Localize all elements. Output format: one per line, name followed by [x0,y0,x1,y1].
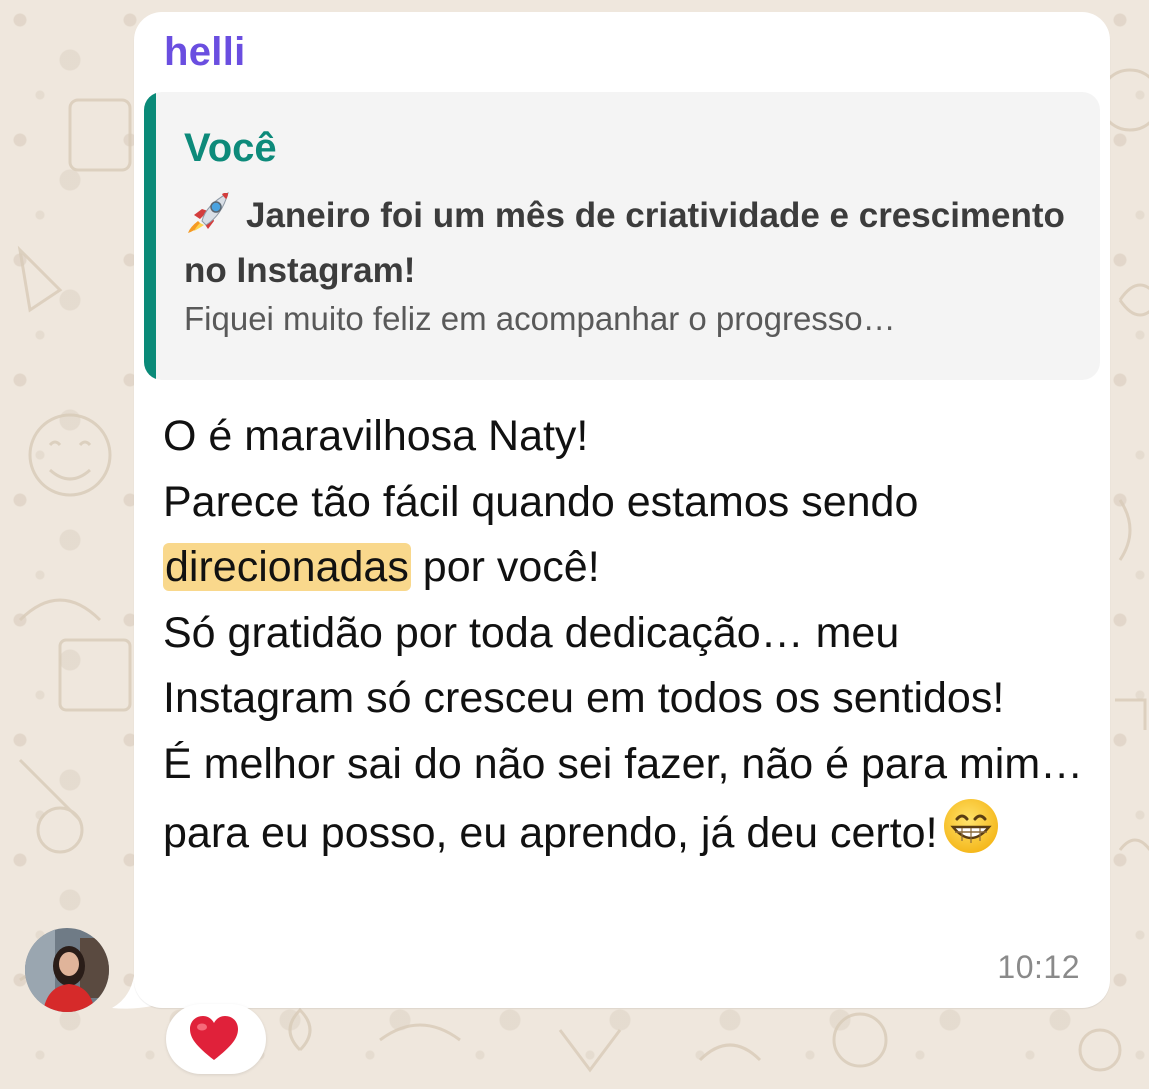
message-line: É melhor sai do não sei fazer, não é par… [163,732,1093,867]
quote-title-text: Janeiro foi um mês de criatividade e cre… [184,196,1065,290]
quote-title: Janeiro foi um mês de criatividade e cre… [184,188,1084,298]
quote-accent-bar [144,92,156,380]
message-fragment: por você! [410,543,600,591]
message-timestamp: 10:12 [997,949,1080,985]
message-line: direcionadas por você! [163,535,1093,601]
grinning-face-icon [943,799,998,853]
sender-name[interactable]: helli [164,30,246,75]
message-line: Só gratidão por toda dedicação… meu Inst… [163,608,1005,723]
reaction-badge[interactable] [166,1004,266,1074]
heart-icon [190,1016,238,1060]
message-text: O é maravilhosa Naty! Parece tão fácil q… [163,404,1093,867]
avatar[interactable] [25,928,109,1012]
avatar-photo [25,928,109,1012]
quoted-message[interactable]: Você Janeiro foi um mês de criatividade … [144,92,1100,380]
message-line: Parece tão fácil quando estamos sendo [163,477,919,526]
quote-author: Você [184,126,277,170]
message-bubble[interactable]: helli Você Janeiro foi um mês de criativ… [134,12,1110,1008]
message-line: O é maravilhosa Naty! [163,412,589,460]
quote-preview: Fiquei muito feliz em acompanhar o progr… [184,300,896,337]
search-highlight: direcionadas [163,543,411,591]
rocket-icon [188,191,229,233]
